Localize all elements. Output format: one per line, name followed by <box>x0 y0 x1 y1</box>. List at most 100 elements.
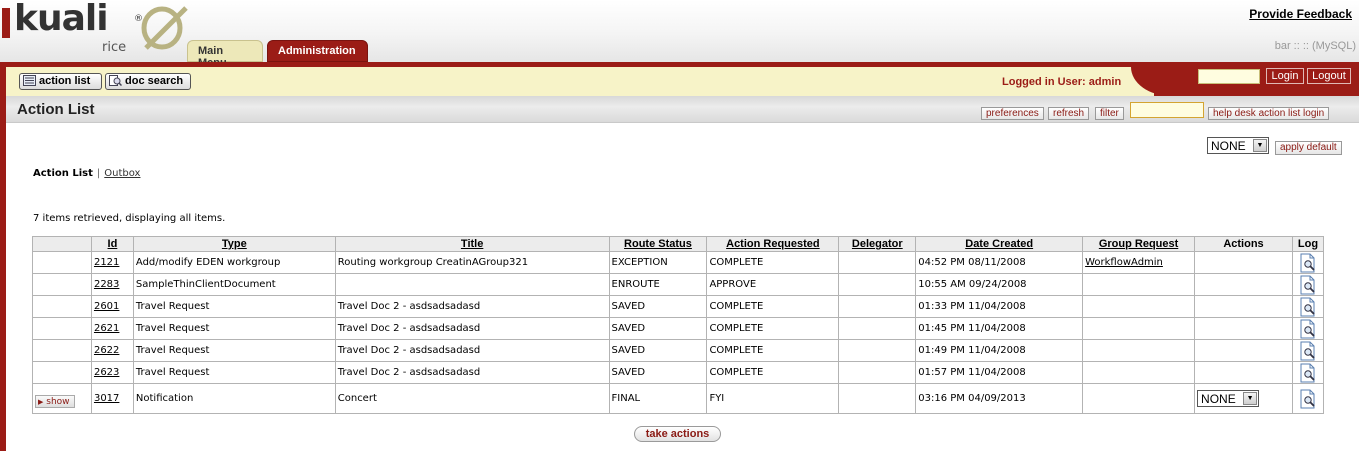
table-row: 2622 Travel Request Travel Doc 2 - asdsa… <box>32 339 1325 362</box>
col-header-delegator[interactable]: Delegator <box>838 236 917 252</box>
log-document-magnifier-icon[interactable] <box>1299 363 1317 383</box>
logo-subtitle: rice <box>102 40 127 55</box>
cell-show <box>32 317 92 340</box>
cell-actions <box>1194 295 1293 318</box>
doc-search-button[interactable]: doc search <box>105 73 191 90</box>
take-actions-button[interactable]: take actions <box>634 426 721 442</box>
tab-main-menu[interactable]: Main Menu <box>187 40 263 69</box>
log-document-magnifier-icon[interactable] <box>1299 341 1317 361</box>
cell-id-link[interactable]: 3017 <box>90 383 134 414</box>
col-header-date-created[interactable]: Date Created <box>915 236 1084 252</box>
col-header-actions: Actions <box>1194 236 1293 252</box>
cell-id-link[interactable]: 2601 <box>90 295 134 318</box>
cell-action-requested: COMPLETE <box>706 317 840 340</box>
cell-type: Add/modify EDEN workgroup <box>132 251 336 274</box>
col-header-action-requested[interactable]: Action Requested <box>706 236 840 252</box>
cell-route-status: EXCEPTION <box>608 251 708 274</box>
nav-action-list-current: Action List <box>33 168 93 179</box>
cell-route-status: SAVED <box>608 317 708 340</box>
cell-id-link[interactable]: 2621 <box>90 317 134 340</box>
log-document-magnifier-icon[interactable] <box>1299 275 1317 295</box>
cell-route-status: FINAL <box>608 383 708 414</box>
cell-id-link[interactable]: 2121 <box>90 251 134 274</box>
action-list-button[interactable]: action list <box>19 73 102 90</box>
cell-group-request <box>1082 273 1196 296</box>
cell-delegator <box>838 383 917 414</box>
cell-title: Travel Doc 2 - asdsadsadasd <box>334 361 610 384</box>
col-header-id[interactable]: Id <box>90 236 134 252</box>
col-header-group-request[interactable]: Group Request <box>1082 236 1196 252</box>
cell-type: Travel Request <box>132 295 336 318</box>
col-header-type[interactable]: Type <box>132 236 336 252</box>
chevron-down-icon: ▼ <box>1243 392 1258 405</box>
cell-show: ▶ show <box>32 383 92 414</box>
cell-action-requested: APPROVE <box>706 273 840 296</box>
cell-action-requested: COMPLETE <box>706 251 840 274</box>
cell-delegator <box>838 317 917 340</box>
cell-date-created: 01:45 PM 11/04/2008 <box>915 317 1084 340</box>
cell-show <box>32 295 92 318</box>
group-request-link[interactable]: WorkflowAdmin <box>1085 257 1163 268</box>
kuali-rice-logo: kuali ® rice <box>2 0 192 58</box>
row-action-select[interactable]: NONE ▼ <box>1197 390 1260 407</box>
list-navigation: Action List | Outbox <box>33 168 140 179</box>
cell-delegator <box>838 273 917 296</box>
items-retrieved-message: 7 items retrieved, displaying all items. <box>33 213 226 224</box>
preferences-button[interactable]: preferences <box>981 107 1044 120</box>
triangle-right-icon: ▶ <box>38 398 44 406</box>
cell-title: Travel Doc 2 - asdsadsadasd <box>334 295 610 318</box>
col-header-route-status[interactable]: Route Status <box>608 236 708 252</box>
table-row: 2283 SampleThinClientDocument ENROUTE AP… <box>32 273 1325 296</box>
help-desk-user-input[interactable] <box>1130 102 1204 118</box>
help-desk-login-button[interactable]: help desk action list login <box>1208 107 1330 120</box>
nav-separator: | <box>96 168 101 179</box>
col-header-log: Log <box>1291 236 1325 252</box>
log-document-magnifier-icon[interactable] <box>1299 297 1317 317</box>
cell-date-created: 03:16 PM 04/09/2013 <box>915 383 1084 414</box>
cell-action-requested: FYI <box>706 383 840 414</box>
default-action-select[interactable]: NONE ▼ <box>1207 137 1269 154</box>
header: kuali ® rice Main Menu Administration Pr… <box>0 0 1359 69</box>
log-document-magnifier-icon[interactable] <box>1299 319 1317 339</box>
cell-date-created: 01:49 PM 11/04/2008 <box>915 339 1084 362</box>
cell-type: Travel Request <box>132 361 336 384</box>
apply-default-button[interactable]: apply default <box>1275 141 1342 155</box>
cell-id-link[interactable]: 2283 <box>90 273 134 296</box>
login-username-input[interactable] <box>1198 69 1260 84</box>
show-button[interactable]: ▶ show <box>35 395 75 408</box>
cell-date-created: 01:33 PM 11/04/2008 <box>915 295 1084 318</box>
cell-log <box>1291 251 1325 274</box>
provide-feedback-link[interactable]: Provide Feedback <box>1249 7 1352 21</box>
table-header-row: Id Type Title Route Status Action Reques… <box>32 236 1325 252</box>
cell-date-created: 01:57 PM 11/04/2008 <box>915 361 1084 384</box>
server-info: bar :: :: (MySQL) <box>1274 40 1356 52</box>
cell-type: Travel Request <box>132 317 336 340</box>
filter-button[interactable]: filter <box>1095 107 1124 120</box>
login-button[interactable]: Login <box>1266 68 1304 84</box>
action-list-icon <box>23 75 36 86</box>
tab-administration[interactable]: Administration <box>267 40 368 62</box>
default-action-value: NONE <box>1211 139 1246 153</box>
table-row: 2121 Add/modify EDEN workgroup Routing w… <box>32 251 1325 274</box>
cell-action-requested: COMPLETE <box>706 361 840 384</box>
log-document-magnifier-icon[interactable] <box>1299 253 1317 273</box>
cell-id-link[interactable]: 2622 <box>90 339 134 362</box>
cell-delegator <box>838 295 917 318</box>
doc-search-icon <box>109 75 122 86</box>
cell-title: Routing workgroup CreatinAGroup321 <box>334 251 610 274</box>
cell-date-created: 10:55 AM 09/24/2008 <box>915 273 1084 296</box>
table-row: 2621 Travel Request Travel Doc 2 - asdsa… <box>32 317 1325 340</box>
logout-button[interactable]: Logout <box>1307 68 1351 84</box>
refresh-button[interactable]: refresh <box>1048 107 1090 120</box>
row-action-value: NONE <box>1201 392 1236 406</box>
nav-outbox-link[interactable]: Outbox <box>104 168 140 179</box>
cell-log <box>1291 339 1325 362</box>
col-header-title[interactable]: Title <box>334 236 610 252</box>
cell-actions <box>1194 251 1293 274</box>
log-document-magnifier-icon[interactable] <box>1299 389 1317 409</box>
cell-title: Travel Doc 2 - asdsadsadasd <box>334 317 610 340</box>
cell-delegator <box>838 339 917 362</box>
cell-type: Notification <box>132 383 336 414</box>
cell-id-link[interactable]: 2623 <box>90 361 134 384</box>
rice-leaf-icon <box>141 6 188 50</box>
